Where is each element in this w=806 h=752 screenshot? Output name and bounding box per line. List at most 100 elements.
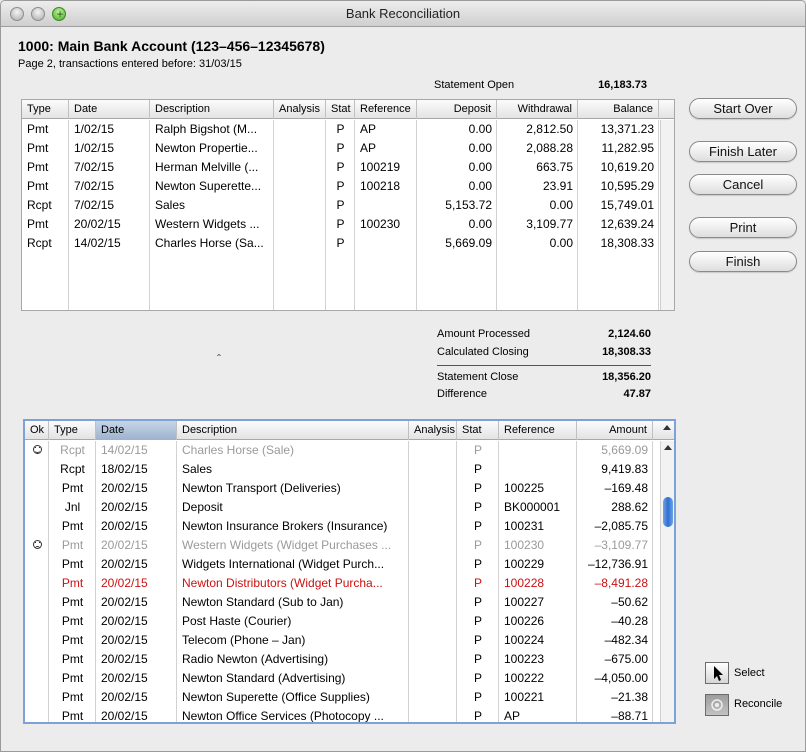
ok-cell[interactable] [25, 498, 49, 517]
column-header-type[interactable]: Type [22, 100, 69, 119]
column-header-type[interactable]: Type [49, 421, 96, 440]
cell-amount: –2,085.75 [594, 519, 648, 533]
column-header-reference[interactable]: Reference [499, 421, 577, 440]
table-row[interactable]: Pmt 20/02/15 Western Widgets ... P 100230 0.0… [22, 215, 674, 234]
ok-cell[interactable] [25, 536, 49, 555]
ok-cell[interactable] [25, 650, 49, 669]
column-header-date[interactable]: Date [69, 100, 150, 119]
statement-close-label: Statement Close [437, 371, 519, 383]
table-row[interactable]: Pmt 20/02/15 Newton Transport (Deliveries)… [25, 479, 674, 498]
cell-date: 20/02/15 [101, 481, 148, 495]
table-row[interactable]: Pmt 20/02/15 Newton Standard (Advertising)… [25, 669, 674, 688]
column-header-date[interactable]: Date [96, 421, 177, 440]
ok-cell[interactable] [25, 631, 49, 650]
table-row[interactable]: Pmt 20/02/15 Newton Insurance Brokers (Ins… [25, 517, 674, 536]
summary-divider [437, 365, 651, 366]
cell-description: Ralph Bigshot (M... [155, 122, 258, 136]
cell-balance: 10,595.29 [600, 179, 654, 193]
table-row[interactable]: Pmt 1/02/15 Newton Propertie... P AP 0.00 2,08… [22, 139, 674, 158]
ok-cell[interactable] [25, 669, 49, 688]
top-table-scrollbar[interactable] [660, 120, 674, 310]
table-row[interactable]: Pmt 20/02/15 Newton Distributors (Widget P… [25, 574, 674, 593]
ok-cell[interactable] [25, 612, 49, 631]
cell-deposit: 5,669.09 [445, 236, 492, 250]
column-header-deposit[interactable]: Deposit [417, 100, 497, 119]
cell-stat: P [473, 538, 482, 552]
ok-cell[interactable] [25, 441, 49, 460]
finish-button[interactable]: Finish [689, 251, 797, 272]
scroll-up-arrow-icon[interactable] [664, 445, 672, 450]
cell-type: Jnl [64, 500, 81, 514]
cell-reference: AP [504, 709, 521, 723]
table-row[interactable]: Pmt 7/02/15 Herman Melville (... P 100219 0.0… [22, 158, 674, 177]
column-header-analysis[interactable]: Analysis [274, 100, 326, 119]
amount-processed-label: Amount Processed [437, 328, 530, 340]
cell-description: Post Haste (Courier) [182, 614, 292, 628]
cell-reference [499, 441, 577, 460]
column-header-withdrawal[interactable]: Withdrawal [497, 100, 578, 119]
ok-cell[interactable] [25, 574, 49, 593]
cell-stat: P [473, 690, 482, 704]
ok-cell[interactable] [25, 593, 49, 612]
table-row[interactable]: Pmt 20/02/15 Post Haste (Courier) P 100226 –4… [25, 612, 674, 631]
table-row[interactable]: Pmt 20/02/15 Radio Newton (Advertising) P 10… [25, 650, 674, 669]
column-header-description[interactable]: Description [177, 421, 409, 440]
column-header-balance[interactable]: Balance [578, 100, 659, 119]
column-header-ok[interactable]: Ok [25, 421, 49, 440]
column-header-description[interactable]: Description [150, 100, 274, 119]
cell-withdrawal: 3,109.77 [526, 217, 573, 231]
table-row[interactable]: Pmt 20/02/15 Telecom (Phone – Jan) P 100224 –… [25, 631, 674, 650]
cell-analysis [274, 196, 326, 215]
table-row[interactable]: Rcpt 7/02/15 Sales P 5,153.72 0.00 15,749.01 [22, 196, 674, 215]
cell-analysis [274, 177, 326, 196]
bottom-table-scrollbar[interactable] [660, 441, 674, 722]
table-row[interactable]: Rcpt 14/02/15 Charles Horse (Sa... P 5,669.0… [22, 234, 674, 253]
cancel-button[interactable]: Cancel [689, 174, 797, 195]
finish-later-button[interactable]: Finish Later [689, 141, 797, 162]
table-row[interactable]: Pmt 7/02/15 Newton Superette... P 100218 0.00… [22, 177, 674, 196]
cell-reference: 100222 [504, 671, 545, 685]
minimize-window-icon[interactable] [31, 7, 45, 21]
column-header-reference[interactable]: Reference [355, 100, 417, 119]
cell-reference: 100219 [360, 160, 401, 174]
cell-stat: P [336, 198, 345, 212]
ok-cell[interactable] [25, 479, 49, 498]
start-over-button[interactable]: Start Over [689, 98, 797, 119]
column-header-stat[interactable]: Stat [457, 421, 499, 440]
table-row[interactable]: Pmt 20/02/15 Newton Superette (Office Supp… [25, 688, 674, 707]
table-row[interactable]: Pmt 20/02/15 Western Widgets (Widget Purch… [25, 536, 674, 555]
cell-analysis [274, 215, 326, 234]
cell-stat: P [473, 652, 482, 666]
ok-cell[interactable] [25, 707, 49, 722]
table-row[interactable]: Pmt 20/02/15 Newton Office Services (Photo… [25, 707, 674, 723]
ok-cell[interactable] [25, 460, 49, 479]
ok-cell[interactable] [25, 688, 49, 707]
zoom-window-icon[interactable] [52, 1, 67, 27]
pointer-arrow-icon [714, 666, 723, 681]
reconcile-tool-button[interactable] [705, 694, 729, 716]
table-row[interactable]: Jnl 20/02/15 Deposit P BK000001 288.62 [25, 498, 674, 517]
cell-type: Pmt [61, 557, 84, 571]
table-row[interactable]: Pmt 20/02/15 Widgets International (Widget… [25, 555, 674, 574]
close-window-icon[interactable] [10, 7, 24, 21]
ok-cell[interactable] [25, 555, 49, 574]
cell-description: Sales [155, 198, 186, 212]
table-row[interactable]: Pmt 1/02/15 Ralph Bigshot (M... P AP 0.00 2,81… [22, 120, 674, 139]
ok-cell[interactable] [25, 517, 49, 536]
table-row[interactable]: Rcpt 14/02/15 Charles Horse (Sale) P 5,669.0… [25, 441, 674, 460]
account-title: 1000: Main Bank Account (123–456–1234567… [18, 38, 325, 54]
table-row[interactable]: Pmt 20/02/15 Newton Standard (Sub to Jan) P… [25, 593, 674, 612]
cell-description: Telecom (Phone – Jan) [182, 633, 306, 647]
cell-description: Newton Office Services (Photocopy ... [182, 709, 384, 723]
splitter-handle-icon[interactable]: ˆ [217, 352, 221, 366]
column-header-stat[interactable]: Stat [326, 100, 355, 119]
column-chooser-icon[interactable] [663, 425, 671, 430]
select-tool-button[interactable] [705, 662, 729, 684]
cell-amount: –8,491.28 [594, 576, 648, 590]
column-header-amount[interactable]: Amount [577, 421, 653, 440]
column-header-analysis[interactable]: Analysis [409, 421, 457, 440]
print-button[interactable]: Print [689, 217, 797, 238]
scroll-thumb[interactable] [663, 497, 673, 527]
cell-analysis [274, 158, 326, 177]
table-row[interactable]: Rcpt 18/02/15 Sales P 9,419.83 [25, 460, 674, 479]
